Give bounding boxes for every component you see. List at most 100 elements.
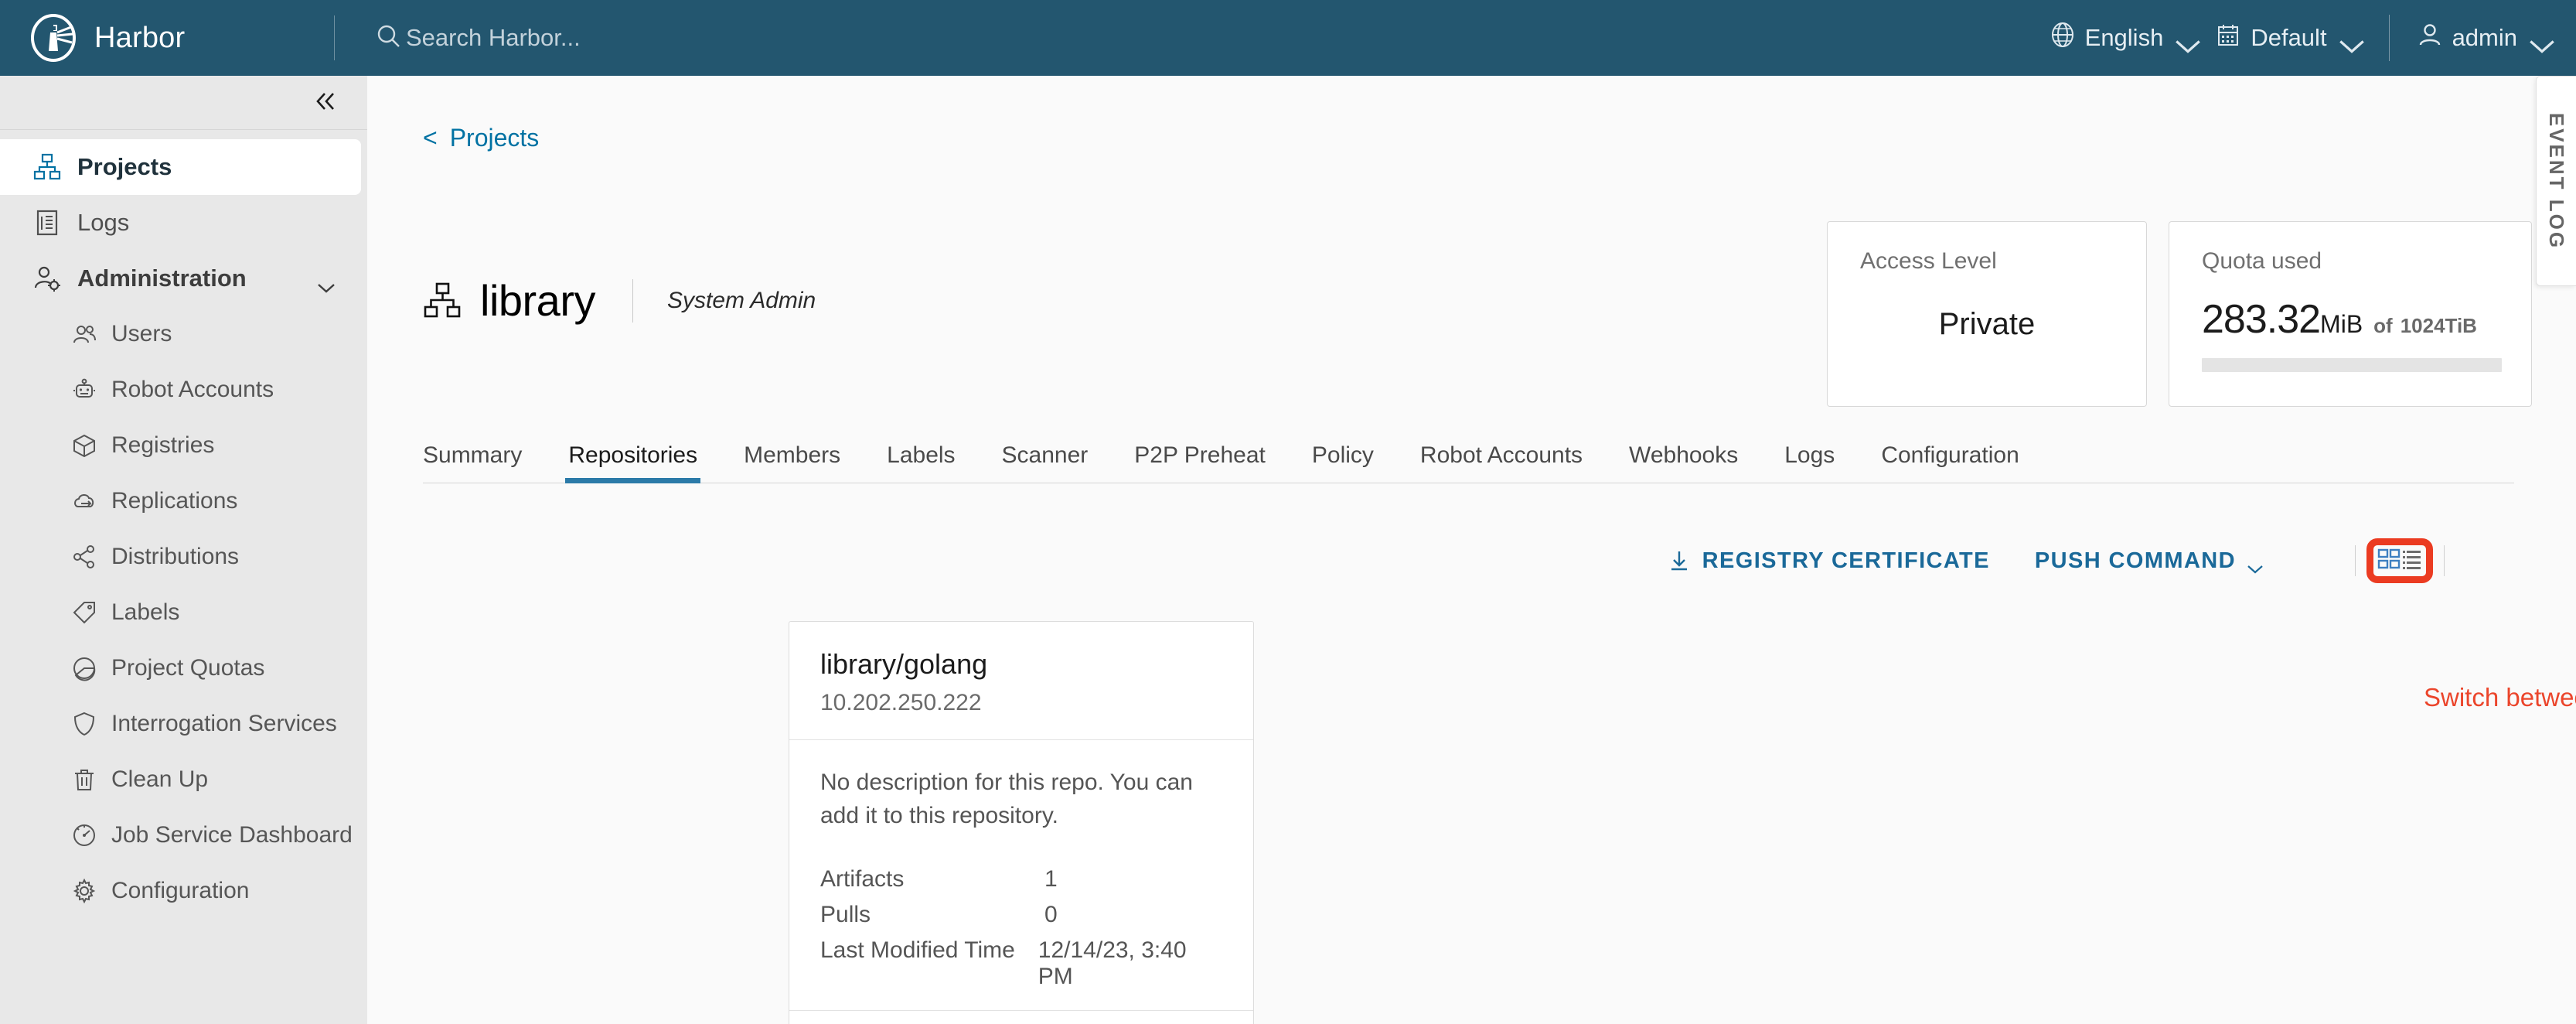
sidebar-item-label: Labels <box>111 599 179 626</box>
tab-scanner[interactable]: Scanner <box>1002 442 1089 483</box>
push-command-button[interactable]: PUSH COMMAND <box>2035 548 2264 574</box>
global-search[interactable] <box>375 22 808 54</box>
tab-robot-accounts[interactable]: Robot Accounts <box>1420 442 1583 483</box>
sidebar-item-label: Distributions <box>111 544 239 570</box>
repository-card[interactable]: library/golang 10.202.250.222 No descrip… <box>789 621 1254 1024</box>
chevron-down-icon <box>2338 32 2355 43</box>
sidebar-item-job-service-dashboard[interactable]: Job Service Dashboard <box>0 807 367 863</box>
tab-summary[interactable]: Summary <box>423 442 522 483</box>
page-title-row: library System Admin <box>423 275 816 326</box>
language-label: English <box>2085 24 2164 52</box>
stat-value: 1 <box>1044 866 1058 893</box>
globe-icon <box>2049 21 2085 55</box>
quota-used-unit: MiB <box>2320 310 2363 339</box>
repository-stats: Artifacts 1 Pulls 0 Last Modified Time 1… <box>820 866 1222 990</box>
gear-icon <box>71 878 97 904</box>
stat-value: 0 <box>1044 902 1058 928</box>
sidebar-item-label: Robot Accounts <box>111 377 274 403</box>
tab-labels[interactable]: Labels <box>887 442 955 483</box>
sidebar-item-project-quotas[interactable]: Project Quotas <box>0 640 367 696</box>
sidebar-item-label: Job Service Dashboard <box>111 822 353 848</box>
sidebar-item-configuration[interactable]: Configuration <box>0 863 367 919</box>
sidebar-top <box>0 76 367 130</box>
replication-cloud-icon <box>71 488 97 514</box>
label-tag-icon <box>71 599 97 626</box>
repository-card-body: No description for this repo. You can ad… <box>789 740 1253 1010</box>
sidebar-item-labels[interactable]: Labels <box>0 585 367 640</box>
sidebar-item-registries[interactable]: Registries <box>0 418 367 473</box>
calendar-icon <box>2214 21 2251 55</box>
sidebar-item-projects[interactable]: Projects <box>0 139 361 195</box>
breadcrumb-label: Projects <box>450 124 540 152</box>
repositories-toolbar: REGISTRY CERTIFICATE PUSH COMMAND <box>1667 538 2491 583</box>
sidebar-item-interrogation-services[interactable]: Interrogation Services <box>0 696 367 752</box>
registry-certificate-label: REGISTRY CERTIFICATE <box>1702 548 1990 574</box>
tab-policy[interactable]: Policy <box>1312 442 1374 483</box>
search-icon <box>375 22 403 54</box>
chevron-down-icon <box>316 272 336 285</box>
dashboard-gauge-icon <box>71 822 97 848</box>
search-repositories-button[interactable] <box>2309 543 2344 579</box>
quota-progress-bar <box>2202 358 2502 372</box>
robot-icon <box>71 377 97 403</box>
back-chevron-icon: < <box>423 124 438 152</box>
toolbar-divider <box>2355 545 2356 576</box>
theme-selector[interactable]: Default <box>2214 21 2354 55</box>
user-label: admin <box>2452 24 2517 52</box>
sidebar-item-replications[interactable]: Replications <box>0 473 367 529</box>
tab-repositories[interactable]: Repositories <box>568 442 697 483</box>
sidebar-item-users[interactable]: Users <box>0 306 367 362</box>
theme-label: Default <box>2251 24 2326 52</box>
repository-card-footer: ACTION <box>789 1010 1253 1024</box>
breadcrumb[interactable]: < Projects <box>423 124 539 152</box>
push-command-label: PUSH COMMAND <box>2035 548 2236 574</box>
tab-configuration[interactable]: Configuration <box>1881 442 2019 483</box>
tab-logs[interactable]: Logs <box>1784 442 1835 483</box>
sidebar-item-clean-up[interactable]: Clean Up <box>0 752 367 807</box>
sidebar-item-distributions[interactable]: Distributions <box>0 529 367 585</box>
sidebar-item-label: Replications <box>111 488 237 514</box>
sidebar-item-label: Interrogation Services <box>111 711 337 737</box>
repository-name[interactable]: library/golang <box>820 648 1222 681</box>
stat-row: Pulls 0 <box>820 902 1222 928</box>
tab-webhooks[interactable]: Webhooks <box>1629 442 1738 483</box>
brand-area[interactable]: Harbor <box>0 14 334 62</box>
search-input[interactable] <box>406 24 808 52</box>
refresh-button[interactable] <box>2455 543 2491 579</box>
view-toggle-button[interactable] <box>2366 538 2433 583</box>
tab-p2p-preheat[interactable]: P2P Preheat <box>1134 442 1266 483</box>
projects-icon <box>423 282 462 319</box>
quota-used-card: Quota used 283.32 MiB of 1024TiB <box>2169 221 2532 407</box>
stat-value: 12/14/23, 3:40 PM <box>1038 937 1222 990</box>
download-icon <box>1667 548 1692 573</box>
header-right-controls: English Default <box>2026 15 2576 61</box>
quota-of-word: of <box>2373 314 2393 338</box>
pie-chart-icon <box>71 655 97 681</box>
sidebar-collapse-button[interactable] <box>308 87 344 119</box>
event-log-label: EVENT LOG <box>2544 112 2568 249</box>
tab-members[interactable]: Members <box>744 442 840 483</box>
repository-description: No description for this repo. You can ad… <box>820 766 1222 832</box>
sidebar-item-robot-accounts[interactable]: Robot Accounts <box>0 362 367 418</box>
sidebar-item-administration[interactable]: Administration <box>0 251 367 306</box>
sidebar-item-label: Clean Up <box>111 766 208 793</box>
stat-row: Artifacts 1 <box>820 866 1222 893</box>
sidebar: Projects Logs <box>0 76 367 1024</box>
sidebar-item-label: Logs <box>77 209 129 237</box>
projects-icon <box>32 152 62 182</box>
chevron-down-icon <box>2174 32 2191 43</box>
sidebar-item-logs[interactable]: Logs <box>0 195 367 251</box>
cardview-listview-toggle-icon <box>2376 544 2424 579</box>
repository-host: 10.202.250.222 <box>820 690 1222 716</box>
user-menu[interactable]: admin <box>2416 21 2545 55</box>
access-level-value: Private <box>1828 307 2146 342</box>
double-chevron-left-icon <box>312 90 340 117</box>
header-divider-2 <box>2389 15 2390 61</box>
registry-certificate-button[interactable]: REGISTRY CERTIFICATE <box>1667 548 1990 574</box>
stat-key: Pulls <box>820 902 1044 928</box>
harbor-lighthouse-logo <box>29 14 77 62</box>
chevron-down-icon <box>2528 32 2545 43</box>
language-selector[interactable]: English <box>2049 21 2192 55</box>
sidebar-item-label: Projects <box>77 153 172 181</box>
event-log-tab[interactable]: EVENT LOG <box>2536 76 2576 286</box>
